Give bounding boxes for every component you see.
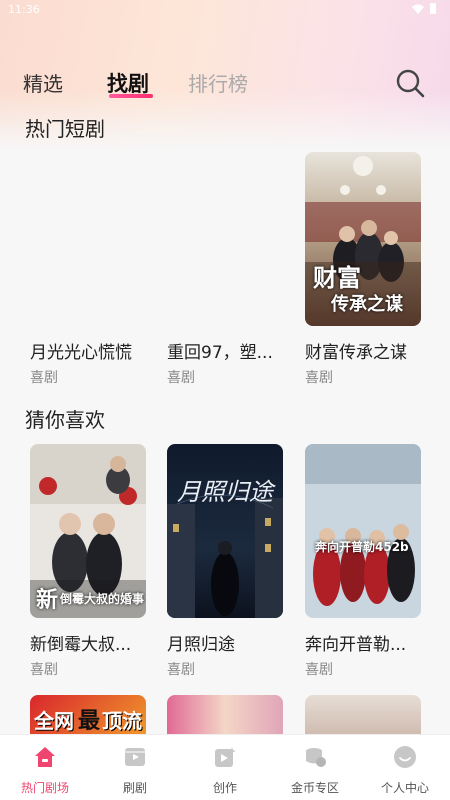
create-icon	[215, 747, 236, 767]
drama-poster[interactable]: 奔向开普勒452b	[305, 444, 421, 618]
drama-genre: 喜剧	[305, 370, 333, 386]
nav-label: 刷剧	[122, 781, 147, 795]
drama-genre: 喜剧	[167, 370, 195, 386]
drama-poster[interactable]: 新 倒霉大叔的婚事	[30, 444, 146, 618]
drama-poster[interactable]: 财富 传承之谋	[305, 152, 421, 326]
tab-ranking[interactable]: 排行榜	[188, 68, 248, 97]
drama-card[interactable]: 奔向开普勒452b 奔向开普勒... 喜剧	[305, 444, 421, 678]
drama-poster[interactable]	[30, 152, 146, 326]
nav-item-profile[interactable]: 个人中心	[360, 735, 450, 800]
poster-text: 新	[36, 588, 59, 613]
drama-card[interactable]: 财富 传承之谋 财富传承之谋 喜剧	[305, 152, 421, 386]
drama-card[interactable]: 月照归途 月照归途 喜剧	[167, 444, 283, 678]
nav-label: 热门剧场	[20, 781, 69, 795]
drama-title: 重回97，塑...	[167, 343, 273, 363]
drama-title: 月照归途	[167, 635, 235, 655]
drama-card[interactable]: 月光光心慌慌 喜剧	[30, 152, 146, 386]
nav-label: 金币专区	[290, 781, 339, 795]
poster-text: 最	[78, 709, 101, 734]
poster-text: 全网	[34, 709, 74, 733]
drama-genre: 喜剧	[305, 662, 333, 678]
nav-item-home[interactable]: 热门剧场	[0, 735, 90, 800]
tab-featured[interactable]: 精选	[23, 68, 63, 97]
poster-text: 倒霉大叔的婚事	[60, 592, 145, 606]
battery-icon	[430, 3, 436, 14]
poster-text: 传承之谋	[331, 294, 403, 315]
drama-title: 奔向开普勒...	[305, 635, 407, 655]
nav-label: 创作	[212, 781, 237, 795]
coin-icon	[306, 748, 326, 767]
poster-text: 顶流	[102, 709, 142, 733]
section-title-hot: 热门短剧	[25, 117, 105, 141]
search-icon[interactable]	[393, 66, 427, 100]
poster-text: 财富	[313, 263, 361, 292]
nav-item-coins[interactable]: 金币专区	[270, 735, 360, 800]
drama-poster[interactable]: 月照归途	[167, 444, 283, 618]
poster-text: 奔向开普勒452b	[315, 540, 409, 554]
status-icons	[412, 3, 436, 14]
nav-item-watch[interactable]: 刷剧	[90, 735, 180, 800]
bottom-nav: 热门剧场 刷剧 创作 金币专区 个人中心	[0, 734, 450, 800]
wifi-icon	[412, 4, 424, 14]
active-tab-indicator	[109, 94, 153, 98]
drama-title: 新倒霉大叔...	[30, 635, 132, 655]
drama-genre: 喜剧	[30, 370, 58, 386]
film-icon	[125, 748, 145, 766]
drama-title: 财富传承之谋	[305, 343, 407, 363]
section-title-guess: 猜你喜欢	[25, 408, 105, 432]
drama-poster[interactable]	[167, 152, 283, 326]
status-bar: 11:36	[0, 0, 450, 20]
nav-item-create[interactable]: 创作	[180, 735, 270, 800]
nav-label: 个人中心	[380, 781, 429, 795]
status-time: 11:36	[8, 3, 40, 16]
drama-title: 月光光心慌慌	[30, 343, 132, 363]
poster-text: 月照归途	[177, 478, 273, 506]
drama-card[interactable]: 重回97，塑... 喜剧	[167, 152, 283, 386]
drama-genre: 喜剧	[167, 662, 195, 678]
home-icon	[35, 747, 55, 767]
top-tabs: 精选 找剧 排行榜	[0, 60, 450, 104]
drama-card[interactable]: 新 倒霉大叔的婚事 新倒霉大叔... 喜剧	[30, 444, 146, 678]
drama-genre: 喜剧	[30, 662, 58, 678]
profile-icon	[394, 746, 416, 768]
